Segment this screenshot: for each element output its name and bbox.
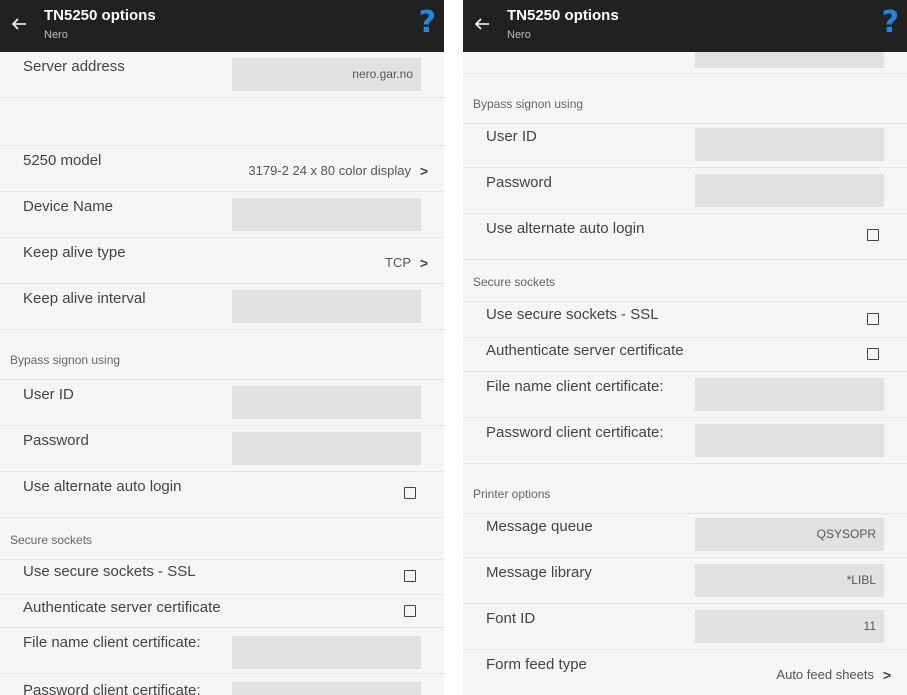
app-subtitle: Nero <box>44 29 68 41</box>
client-cert-password-row: Password client certificate: <box>0 676 444 695</box>
message-library-input[interactable]: *LIBL <box>695 564 884 597</box>
server-address-row: Server address nero.gar.no <box>0 52 444 98</box>
device-name-label: Device Name <box>23 198 114 215</box>
section-label: Secure sockets <box>10 533 93 547</box>
client-cert-file-label: File name client certificate: <box>23 634 201 651</box>
client-cert-password-label: Password client certificate: <box>23 682 201 695</box>
user-id-input[interactable] <box>695 128 884 161</box>
back-arrow-icon[interactable] <box>473 15 491 33</box>
client-cert-password-input[interactable] <box>695 424 884 457</box>
message-library-row: Message library *LIBL <box>463 558 907 604</box>
message-queue-label: Message queue <box>486 518 593 535</box>
user-id-label: User ID <box>23 386 74 403</box>
alt-login-checkbox[interactable] <box>867 229 879 241</box>
message-queue-input[interactable]: QSYSOPR <box>695 518 884 551</box>
auth-cert-row[interactable]: Authenticate server certificate <box>0 595 444 628</box>
section-header-bypass: Bypass signon using <box>463 84 907 124</box>
client-cert-password-label: Password client certificate: <box>486 424 664 441</box>
auth-cert-row[interactable]: Authenticate server certificate <box>463 338 907 372</box>
section-label: Bypass signon using <box>473 97 584 111</box>
scrolled-field-row <box>463 52 907 74</box>
message-library-label: Message library <box>486 564 592 581</box>
app-subtitle: Nero <box>507 29 531 41</box>
keep-alive-interval-row: Keep alive interval <box>0 284 444 330</box>
password-input[interactable] <box>695 174 884 207</box>
keep-alive-interval-label: Keep alive interval <box>23 290 146 307</box>
keep-alive-interval-input[interactable] <box>232 290 421 323</box>
server-address-label: Server address <box>23 58 125 75</box>
app-bar: TN5250 options Nero ? <box>463 0 907 52</box>
model-label: 5250 model <box>23 152 102 169</box>
alt-login-label: Use alternate auto login <box>486 220 645 237</box>
ssl-checkbox[interactable] <box>404 570 416 582</box>
section-label: Printer options <box>473 487 551 501</box>
form-feed-type-row[interactable]: Form feed type Auto feed sheets > <box>463 650 907 695</box>
client-cert-file-input[interactable] <box>695 378 884 411</box>
section-header-bypass: Bypass signon using <box>0 340 444 380</box>
client-cert-password-input[interactable] <box>232 682 421 695</box>
section-header-secure: Secure sockets <box>463 262 907 302</box>
keep-alive-type-value: TCP <box>385 255 411 270</box>
password-row: Password <box>0 426 444 472</box>
client-cert-password-row: Password client certificate: <box>463 418 907 464</box>
user-id-row: User ID <box>463 122 907 168</box>
form-feed-type-label: Form feed type <box>486 656 587 673</box>
alt-login-row[interactable]: Use alternate auto login <box>0 472 444 518</box>
device-name-row: Device Name <box>0 192 444 238</box>
form-feed-type-value: Auto feed sheets <box>776 667 874 682</box>
app-bar: TN5250 options Nero ? <box>0 0 444 52</box>
user-id-label: User ID <box>486 128 537 145</box>
font-id-row: Font ID 11 <box>463 604 907 650</box>
password-label: Password <box>23 432 89 449</box>
password-row: Password <box>463 168 907 214</box>
alt-login-checkbox[interactable] <box>404 487 416 499</box>
back-arrow-icon[interactable] <box>10 15 28 33</box>
client-cert-file-row: File name client certificate: <box>463 372 907 418</box>
section-header-printer: Printer options <box>463 474 907 514</box>
chevron-right-icon: > <box>419 255 428 271</box>
ssl-row[interactable]: Use secure sockets - SSL <box>0 557 444 595</box>
password-input[interactable] <box>232 432 421 465</box>
alt-login-label: Use alternate auto login <box>23 478 182 495</box>
user-id-row: User ID <box>0 380 444 426</box>
message-queue-row: Message queue QSYSOPR <box>463 512 907 558</box>
blank-row <box>0 98 444 146</box>
options-screen-right: TN5250 options Nero ? Bypass signon usin… <box>463 0 907 695</box>
help-icon[interactable]: ? <box>419 6 436 40</box>
model-value: 3179-2 24 x 80 color display <box>248 163 411 178</box>
app-title: TN5250 options <box>507 7 619 24</box>
model-row[interactable]: 5250 model 3179-2 24 x 80 color display … <box>0 146 444 192</box>
server-address-input[interactable]: nero.gar.no <box>232 58 421 91</box>
help-icon[interactable]: ? <box>882 6 899 40</box>
partial-input[interactable] <box>695 52 884 68</box>
password-label: Password <box>486 174 552 191</box>
chevron-right-icon: > <box>419 163 428 179</box>
device-name-input[interactable] <box>232 198 421 231</box>
options-screen-left: TN5250 options Nero ? Server address ner… <box>0 0 444 695</box>
font-id-label: Font ID <box>486 610 536 627</box>
auth-cert-checkbox[interactable] <box>404 605 416 617</box>
client-cert-file-row: File name client certificate: <box>0 628 444 674</box>
ssl-row[interactable]: Use secure sockets - SSL <box>463 300 907 338</box>
section-label: Bypass signon using <box>10 353 121 367</box>
client-cert-file-label: File name client certificate: <box>486 378 664 395</box>
keep-alive-type-row[interactable]: Keep alive type TCP > <box>0 238 444 284</box>
user-id-input[interactable] <box>232 386 421 419</box>
alt-login-row[interactable]: Use alternate auto login <box>463 214 907 260</box>
app-title: TN5250 options <box>44 7 156 24</box>
font-id-input[interactable]: 11 <box>695 610 884 643</box>
keep-alive-type-label: Keep alive type <box>23 244 126 261</box>
section-header-secure: Secure sockets <box>0 520 444 560</box>
auth-cert-checkbox[interactable] <box>867 348 879 360</box>
client-cert-file-input[interactable] <box>232 636 421 669</box>
ssl-checkbox[interactable] <box>867 313 879 325</box>
section-label: Secure sockets <box>473 275 556 289</box>
chevron-right-icon: > <box>882 667 891 683</box>
